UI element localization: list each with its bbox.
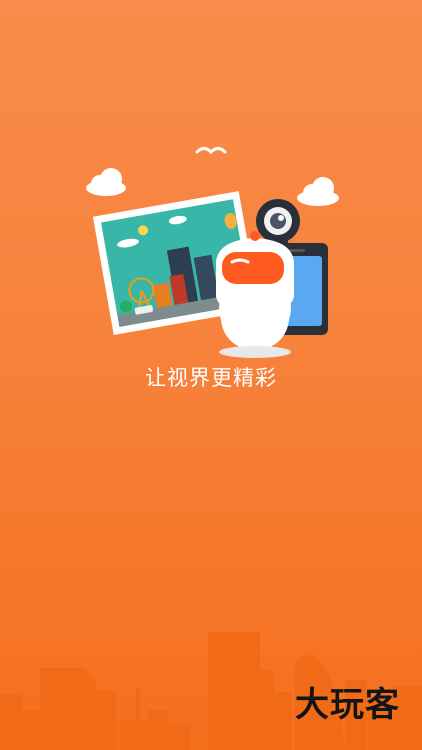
mascot-robot bbox=[216, 231, 294, 358]
cloud-icon bbox=[297, 177, 339, 206]
bird-icon bbox=[195, 147, 227, 155]
brand-logo: 大玩客 bbox=[295, 685, 400, 725]
cloud-icon bbox=[86, 168, 126, 196]
splash-illustration bbox=[86, 147, 339, 358]
splash-tagline: 让视界更精彩 bbox=[145, 366, 277, 390]
splash-screen: 让视界更精彩 大玩客 bbox=[0, 0, 422, 750]
